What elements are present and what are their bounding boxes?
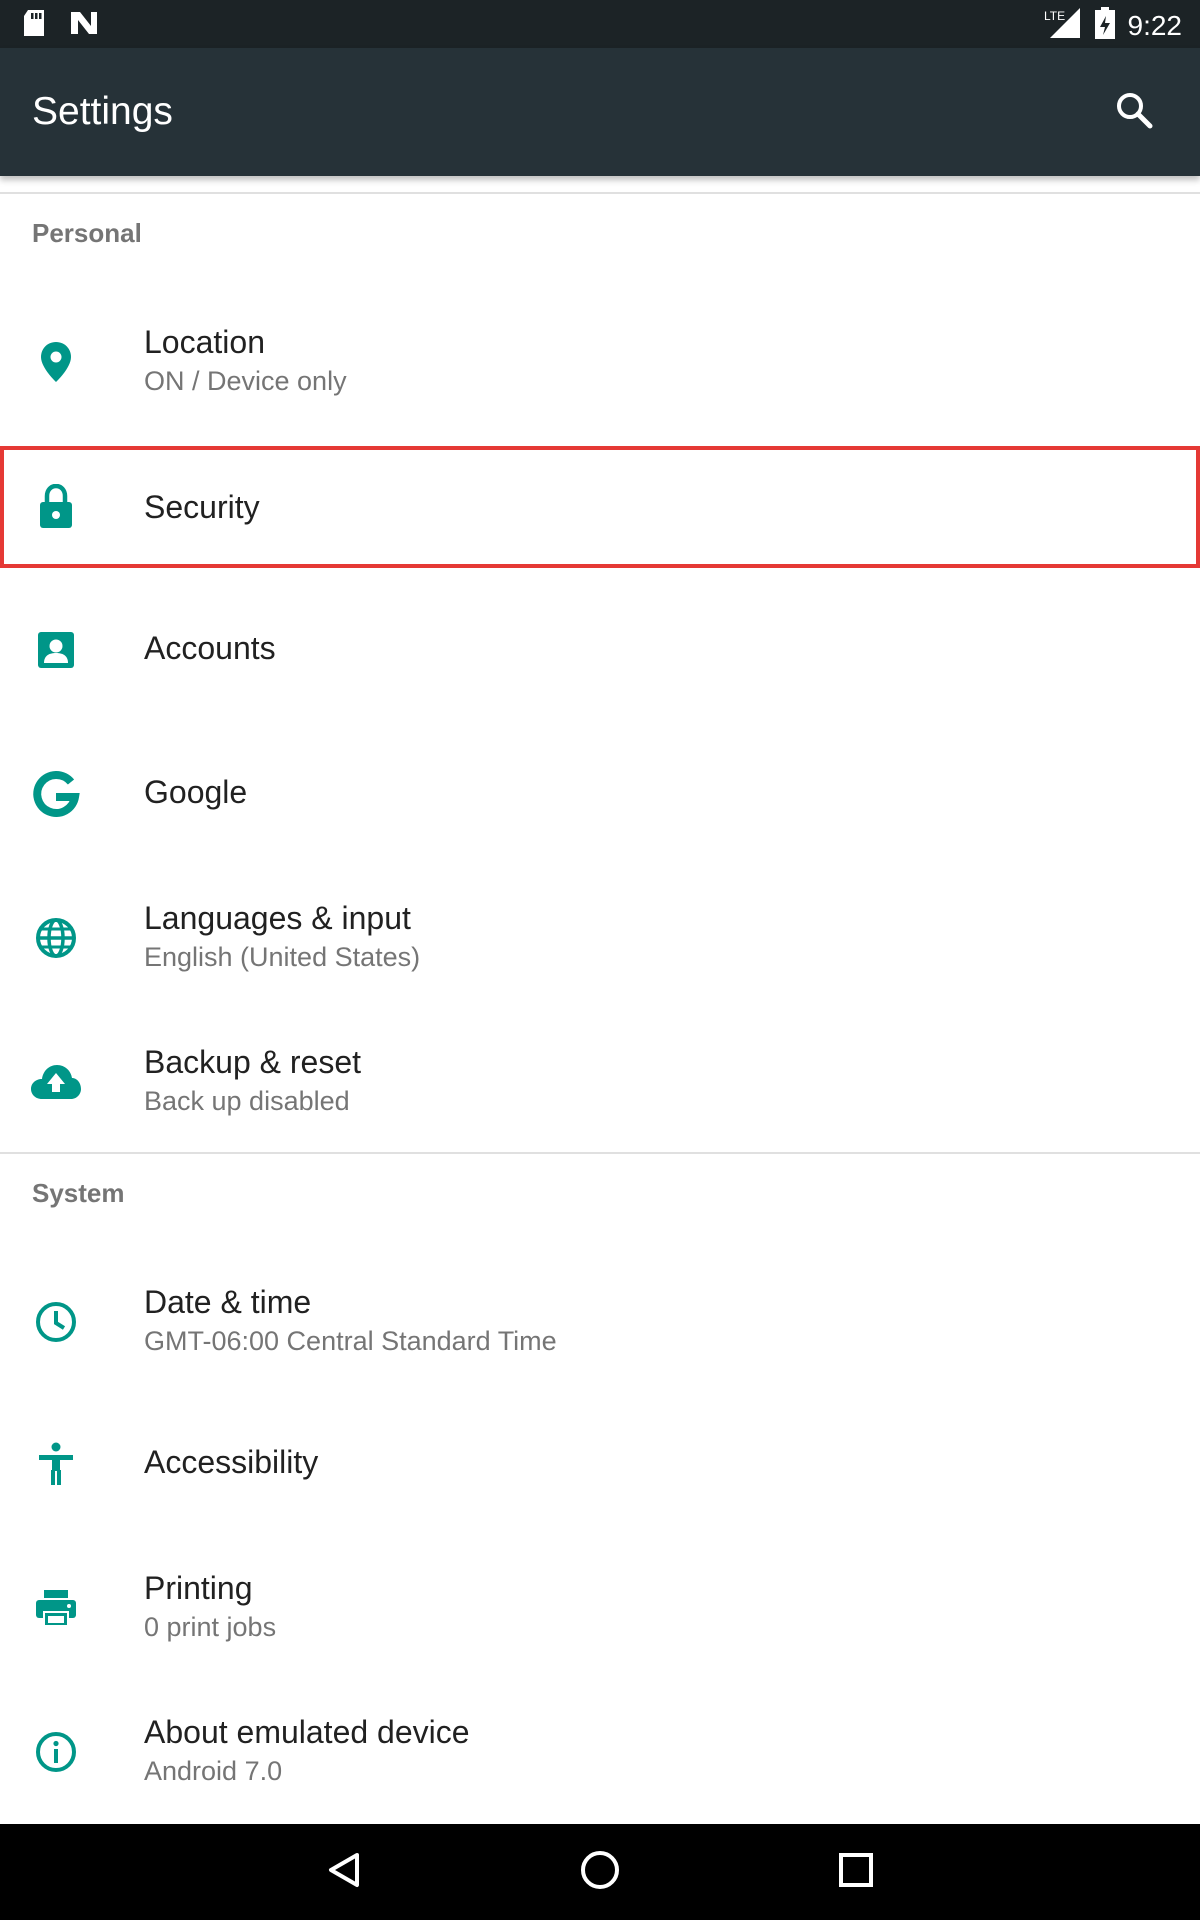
settings-item-security[interactable]: Security <box>0 446 1200 568</box>
settings-item-accounts[interactable]: Accounts <box>0 578 1200 722</box>
settings-item-title: About emulated device <box>144 1714 470 1750</box>
settings-item-title: Google <box>144 774 248 810</box>
battery-icon <box>1094 6 1116 45</box>
info-icon <box>28 1724 84 1780</box>
settings-item-subtitle: Android 7.0 <box>144 1756 283 1786</box>
n-logo-icon <box>68 8 100 43</box>
search-button[interactable] <box>1104 82 1164 142</box>
account-box-icon <box>28 622 84 678</box>
cloud-upload-icon <box>28 1054 84 1110</box>
lte-signal-icon: LTE <box>1042 6 1082 45</box>
recents-button[interactable] <box>828 1844 884 1900</box>
section-header-system: System <box>32 1178 125 1208</box>
lock-icon <box>28 479 84 535</box>
settings-item-title: Date & time <box>144 1284 312 1320</box>
home-button[interactable] <box>572 1844 628 1900</box>
app-bar: Settings <box>0 48 1200 176</box>
settings-item-subtitle: Back up disabled <box>144 1086 350 1116</box>
settings-item-title: Location <box>144 324 265 360</box>
settings-item-accessibility[interactable]: Accessibility <box>0 1392 1200 1536</box>
home-circle-icon <box>579 1849 621 1896</box>
settings-item-languages[interactable]: Languages & input English (United States… <box>0 866 1200 1010</box>
back-triangle-icon <box>324 1850 364 1895</box>
section-header-personal: Personal <box>32 218 142 248</box>
clock-icon <box>28 1294 84 1350</box>
settings-item-title: Languages & input <box>144 900 411 936</box>
settings-item-subtitle: English (United States) <box>144 942 421 972</box>
clock-time: 9:22 <box>1127 9 1183 41</box>
settings-item-location[interactable]: Location ON / Device only <box>0 290 1200 434</box>
accessibility-icon <box>28 1436 84 1492</box>
settings-item-subtitle: GMT-06:00 Central Standard Time <box>144 1326 557 1356</box>
top-divider <box>0 192 1200 194</box>
page-title: Settings <box>32 90 173 133</box>
settings-item-google[interactable]: Google <box>0 722 1200 866</box>
back-button[interactable] <box>316 1844 372 1900</box>
settings-item-title: Security <box>144 489 260 525</box>
location-pin-icon <box>28 334 84 390</box>
status-bar: LTE 9:22 <box>0 0 1200 48</box>
settings-item-title: Accounts <box>144 630 276 666</box>
google-g-icon <box>28 766 84 822</box>
settings-item-printing[interactable]: Printing 0 print jobs <box>0 1536 1200 1680</box>
navigation-bar <box>0 1824 1200 1920</box>
settings-item-date-time[interactable]: Date & time GMT-06:00 Central Standard T… <box>0 1250 1200 1394</box>
settings-item-subtitle: 0 print jobs <box>144 1612 277 1642</box>
printer-icon <box>28 1580 84 1636</box>
section-divider <box>0 1152 1200 1154</box>
settings-item-title: Backup & reset <box>144 1044 361 1080</box>
settings-item-about[interactable]: About emulated device Android 7.0 <box>0 1680 1200 1824</box>
search-icon <box>1114 90 1154 135</box>
recents-square-icon <box>838 1852 874 1893</box>
settings-item-backup[interactable]: Backup & reset Back up disabled <box>0 1010 1200 1154</box>
sd-card-icon <box>20 8 48 43</box>
settings-item-subtitle: ON / Device only <box>144 366 347 396</box>
settings-item-title: Printing <box>144 1570 253 1606</box>
globe-icon <box>28 910 84 966</box>
settings-item-title: Accessibility <box>144 1444 319 1480</box>
svg-text:LTE: LTE <box>1044 9 1065 23</box>
